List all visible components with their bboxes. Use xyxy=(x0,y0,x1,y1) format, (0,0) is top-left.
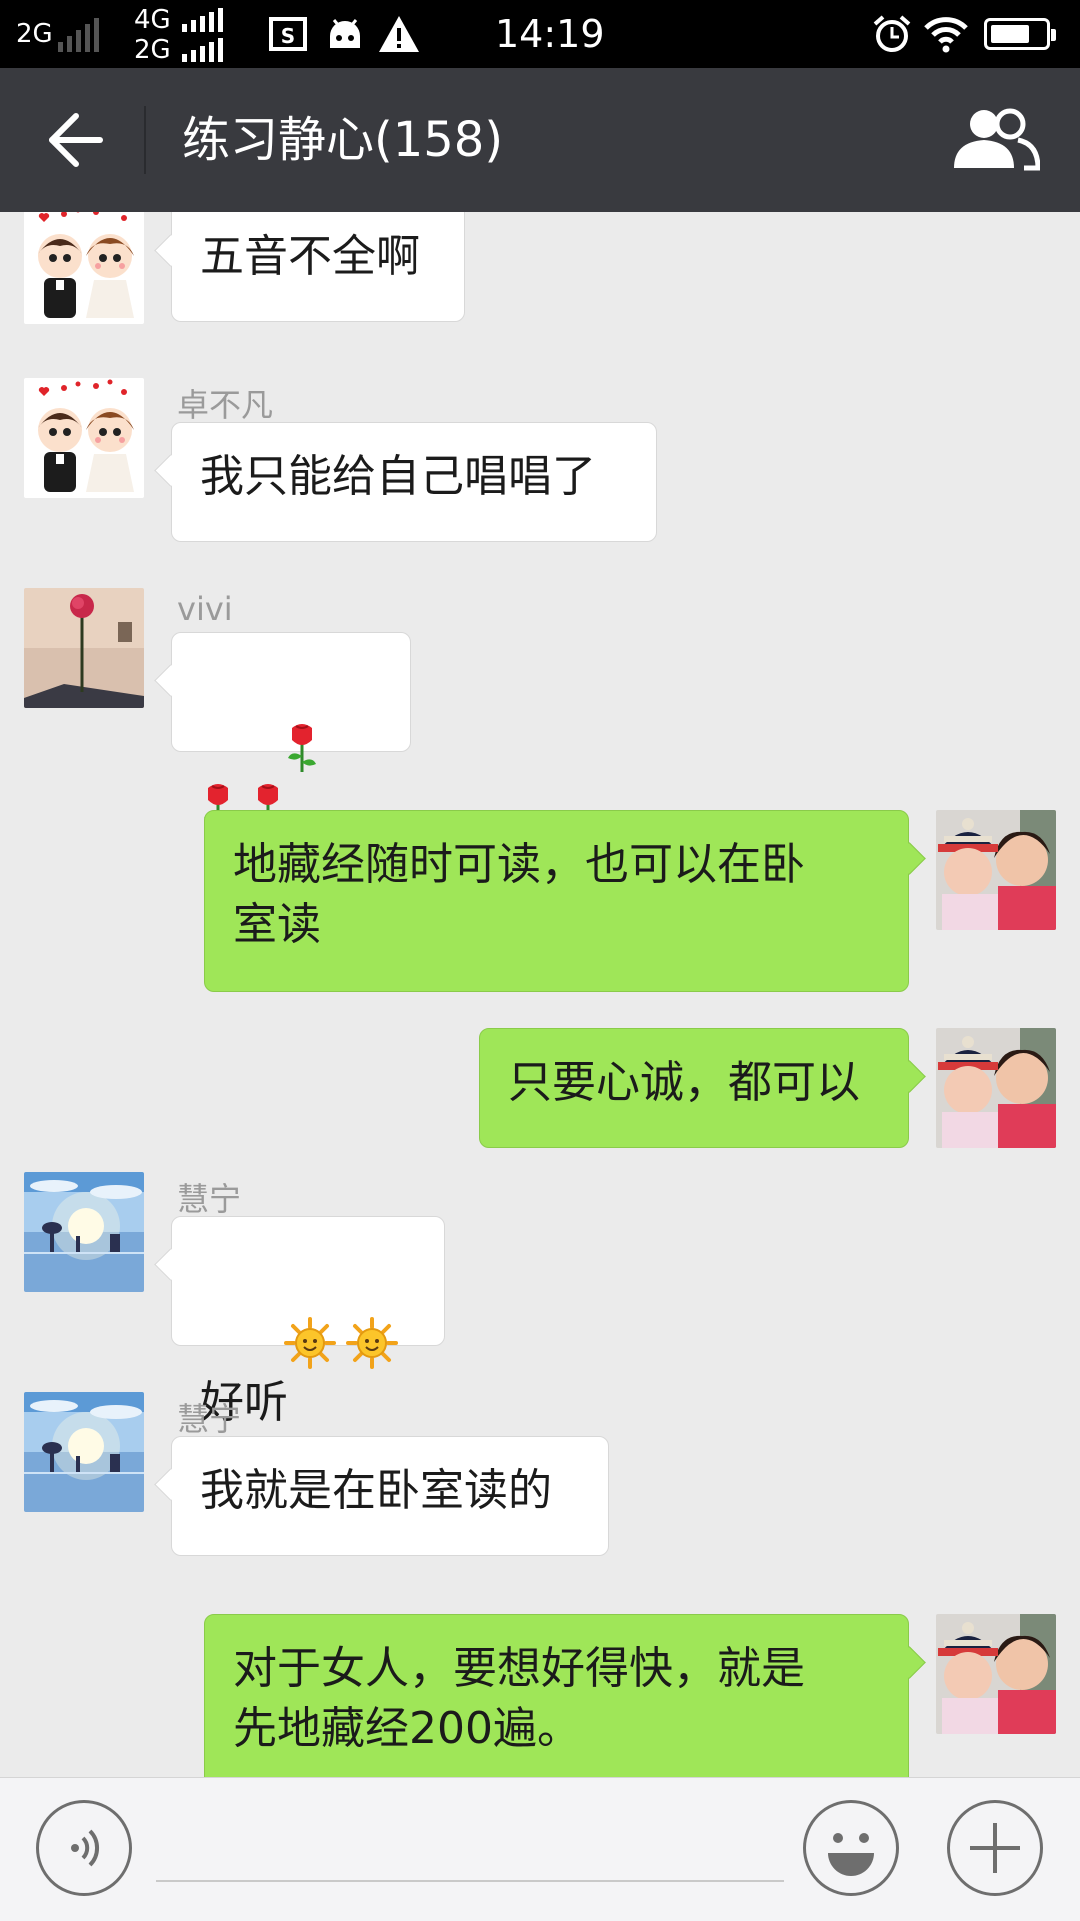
emoji-button[interactable] xyxy=(803,1800,899,1896)
more-actions-button[interactable] xyxy=(947,1800,1043,1896)
battery-icon xyxy=(984,18,1056,50)
network-type-2g-secondary: 2G xyxy=(134,35,171,65)
message-bubble[interactable]: 我就是在卧室读的 xyxy=(171,1436,609,1556)
clock: 14:19 xyxy=(495,12,605,56)
message-list[interactable]: 五音不全啊 卓不凡 我只能给自己唱唱了 vivi 地藏经随时可读，也可以在卧 室… xyxy=(0,212,1080,1777)
message-row: 卓不凡 我只能给自己唱唱了 xyxy=(0,378,1080,568)
sender-avatar[interactable] xyxy=(24,212,144,324)
sender-avatar[interactable] xyxy=(24,1392,144,1512)
arrow-left-icon xyxy=(49,113,103,167)
message-row: 地藏经随时可读，也可以在卧 室读 xyxy=(0,798,1080,992)
message-row: 慧宁 我就是在卧室读的 xyxy=(0,1392,1080,1582)
message-row: vivi xyxy=(0,588,1080,834)
signal-strength-icon xyxy=(182,8,223,32)
rose-emoji-icon xyxy=(286,722,318,774)
my-avatar[interactable] xyxy=(936,1028,1056,1148)
my-avatar[interactable] xyxy=(936,810,1056,930)
plus-icon xyxy=(970,1823,1020,1873)
svg-text:S: S xyxy=(281,24,295,48)
emoji-message-bubble[interactable]: 好听 xyxy=(171,1216,445,1428)
sender-name: 慧宁 xyxy=(177,1400,242,1438)
smiley-icon xyxy=(828,1833,874,1876)
chat-header: 练习静心(158) xyxy=(0,68,1080,212)
chat-title: 练习静心(158) xyxy=(182,112,504,168)
sender-name: vivi xyxy=(177,590,233,628)
header-divider xyxy=(144,106,146,174)
status-bar: 2G 4G 2G S 14:19 xyxy=(0,0,1080,68)
sender-name: 卓不凡 xyxy=(177,386,274,424)
message-bubble[interactable]: 五音不全啊 xyxy=(171,212,465,322)
message-row: 慧宁 好听 xyxy=(0,1172,1080,1428)
message-bubble[interactable]: 对于女人，要想好得快，就是 先地藏经200遍。 xyxy=(204,1614,909,1777)
sender-avatar[interactable] xyxy=(24,378,144,498)
alarm-icon xyxy=(873,15,911,52)
network-type-4g: 4G xyxy=(134,5,171,35)
my-avatar[interactable] xyxy=(936,1614,1056,1734)
sun-emoji-icon xyxy=(283,1317,336,1369)
emoji-message-bubble[interactable] xyxy=(171,632,411,834)
sun-emoji-icon xyxy=(345,1317,398,1369)
input-bar xyxy=(0,1777,1080,1921)
message-row: 只要心诚，都可以 xyxy=(0,1016,1080,1148)
signal-strength-icon xyxy=(58,18,99,52)
message-bubble[interactable]: 地藏经随时可读，也可以在卧 室读 xyxy=(204,810,909,992)
sender-avatar[interactable] xyxy=(24,588,144,708)
warning-icon xyxy=(379,16,419,52)
message-row: 对于女人，要想好得快，就是 先地藏经200遍。 xyxy=(0,1602,1080,1777)
sender-name: 慧宁 xyxy=(177,1180,242,1218)
message-bubble[interactable]: 我只能给自己唱唱了 xyxy=(171,422,657,542)
sender-avatar[interactable] xyxy=(24,1172,144,1292)
screenshot-icon: S xyxy=(269,17,307,51)
message-bubble[interactable]: 只要心诚，都可以 xyxy=(479,1028,909,1148)
voice-input-button[interactable] xyxy=(36,1800,132,1896)
voice-input-icon xyxy=(71,1829,100,1867)
signal-strength-icon xyxy=(182,38,223,62)
back-button[interactable] xyxy=(28,104,118,176)
android-icon xyxy=(330,19,360,48)
network-type-2g: 2G xyxy=(16,19,53,49)
message-input[interactable] xyxy=(156,1808,784,1882)
group-members-icon xyxy=(954,108,1041,171)
group-members-button[interactable] xyxy=(948,106,1041,176)
message-row: 五音不全啊 xyxy=(0,212,1080,336)
wifi-icon xyxy=(924,17,968,53)
